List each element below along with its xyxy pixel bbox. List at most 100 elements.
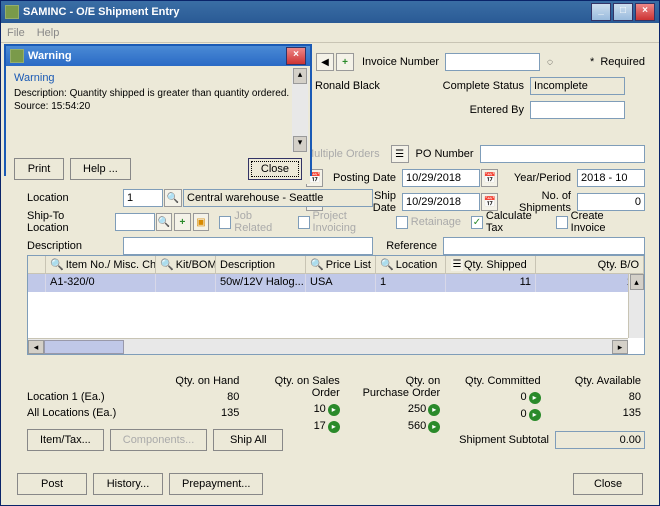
post-button[interactable]: Post — [17, 473, 87, 495]
warning-print-button[interactable]: Print — [14, 158, 64, 180]
description-label: Description — [27, 240, 123, 252]
cell-item[interactable]: A1-320/0 — [46, 274, 156, 292]
warning-footer: Print Help ... Close — [6, 154, 310, 184]
r2-available: 135 — [559, 407, 641, 419]
menu-file[interactable]: File — [7, 27, 25, 39]
location-label: Location — [27, 192, 123, 204]
col-price: Price List — [326, 259, 371, 271]
finder-icon[interactable]: 🔍 — [160, 258, 174, 271]
warning-titlebar: Warning × — [6, 46, 310, 66]
col-item: Item No./ Misc. Charge — [66, 259, 156, 271]
warning-desc: Description: Quantity shipped is greater… — [14, 88, 302, 99]
finder-icon[interactable]: 🔍 — [380, 258, 394, 271]
cell-kit[interactable] — [156, 274, 216, 292]
maximize-button[interactable]: □ — [613, 3, 633, 21]
complete-status-label: Complete Status — [435, 80, 530, 92]
line-items-grid[interactable]: 🔍Item No./ Misc. Charge 🔍Kit/BOM Descrip… — [27, 255, 645, 355]
close-button[interactable]: Close — [573, 473, 643, 495]
location-finder-icon[interactable]: 🔍 — [164, 189, 182, 207]
minimize-button[interactable]: _ — [591, 3, 611, 21]
qty-icon[interactable]: ☰ — [451, 259, 463, 271]
cell-qty-shipped[interactable]: 11 — [446, 274, 536, 292]
scroll-up-icon[interactable]: ▴ — [293, 68, 307, 84]
job-related-checkbox — [219, 216, 231, 229]
grid-scroll-horizontal[interactable]: ◂ ▸ — [28, 338, 628, 354]
add-icon[interactable]: + — [336, 53, 354, 71]
multiple-orders-icon[interactable]: ☰ — [391, 145, 409, 163]
scroll-down-icon[interactable]: ▾ — [293, 136, 307, 152]
warning-scrollbar[interactable]: ▴ ▾ — [292, 68, 308, 152]
menu-help[interactable]: Help — [37, 27, 60, 39]
warning-title-icon — [10, 49, 24, 63]
warning-help-button[interactable]: Help ... — [70, 158, 131, 180]
ship-to-label: Ship-To Location — [27, 210, 115, 234]
po-number-input[interactable] — [480, 145, 645, 163]
r1-committed: 0 — [521, 391, 527, 403]
description-input[interactable] — [123, 237, 373, 255]
finder-icon[interactable]: 🔍 — [310, 258, 324, 271]
posting-date-label: Posting Date — [324, 172, 402, 184]
qty-summary: Location 1 (Ea.) All Locations (Ea.) Qty… — [27, 375, 645, 437]
menubar: File Help — [1, 23, 659, 43]
r2-on-hand: 135 — [157, 407, 239, 419]
subtotal-label: Shipment Subtotal — [459, 434, 549, 446]
prepayment-button[interactable]: Prepayment... — [169, 473, 263, 495]
reference-input[interactable] — [443, 237, 645, 255]
cell-price[interactable]: USA — [306, 274, 376, 292]
cell-desc[interactable]: 50w/12V Halog... — [216, 274, 306, 292]
warning-source: Source: 15:54:20 — [14, 101, 302, 112]
app-icon — [5, 5, 19, 19]
scroll-left-icon[interactable]: ◂ — [28, 340, 44, 354]
create-invoice-label: Create Invoice — [571, 210, 635, 234]
location-input[interactable] — [123, 189, 163, 207]
entered-by-field[interactable] — [530, 101, 625, 119]
drill-icon[interactable]: ▸ — [328, 404, 340, 416]
nav-prev-icon[interactable]: ◀ — [316, 53, 334, 71]
grid-header: 🔍Item No./ Misc. Charge 🔍Kit/BOM Descrip… — [28, 256, 644, 274]
col-committed: Qty. Committed — [458, 375, 540, 387]
multiple-orders-label: Multiple Orders — [305, 148, 380, 160]
info-icon[interactable]: ◌ — [541, 53, 559, 71]
warning-heading: Warning — [14, 72, 302, 84]
warning-close-button[interactable]: Close — [248, 158, 302, 180]
warning-body: Warning Description: Quantity shipped is… — [6, 66, 310, 154]
col-desc: Description — [220, 259, 275, 271]
warning-dialog: Warning × Warning Description: Quantity … — [4, 44, 312, 176]
ship-to-zoom-icon[interactable]: ▣ — [193, 213, 210, 231]
history-button[interactable]: History... — [93, 473, 163, 495]
retainage-checkbox — [396, 216, 408, 229]
ship-to-finder-icon[interactable]: 🔍 — [156, 213, 173, 231]
project-invoicing-checkbox — [298, 216, 310, 229]
r2-committed: 0 — [521, 408, 527, 420]
create-invoice-checkbox[interactable] — [556, 216, 568, 229]
scroll-thumb[interactable] — [44, 340, 124, 354]
warning-close-x[interactable]: × — [286, 47, 306, 65]
job-related-label: Job Related — [234, 210, 287, 234]
calculate-tax-checkbox[interactable]: ✓ — [471, 216, 483, 229]
drill-icon[interactable]: ▸ — [428, 404, 440, 416]
finder-icon[interactable]: 🔍 — [50, 258, 64, 271]
components-button: Components... — [110, 429, 208, 451]
drill-icon[interactable]: ▸ — [529, 392, 541, 404]
main-close-button[interactable]: × — [635, 3, 655, 21]
col-available: Qty. Available — [559, 375, 641, 387]
cell-loc[interactable]: 1 — [376, 274, 446, 292]
ship-to-add-icon[interactable]: + — [174, 213, 191, 231]
grid-scroll-vertical[interactable]: ▴ — [628, 274, 644, 338]
main-titlebar: SAMINC - O/E Shipment Entry _ □ × — [1, 1, 659, 23]
invoice-number-input[interactable] — [445, 53, 540, 71]
table-row[interactable]: A1-320/0 50w/12V Halog... USA 1 11 10 — [28, 274, 644, 292]
r1-on-po: 250 — [408, 403, 426, 415]
col-qty-bo: Qty. B/O — [598, 259, 639, 271]
reference-label: Reference — [373, 240, 443, 252]
required-indicator: * — [590, 56, 600, 68]
item-tax-button[interactable]: Item/Tax... — [27, 429, 104, 451]
scroll-right-icon[interactable]: ▸ — [612, 340, 628, 354]
footer: Post History... Prepayment... Close — [17, 473, 643, 495]
ship-to-input[interactable] — [115, 213, 155, 231]
scroll-up-icon[interactable]: ▴ — [630, 274, 644, 290]
ship-all-button[interactable]: Ship All — [213, 429, 283, 451]
drill-icon[interactable]: ▸ — [529, 409, 541, 421]
col-on-hand: Qty. on Hand — [157, 375, 239, 387]
col-qty-shipped: Qty. Shipped — [464, 259, 527, 271]
